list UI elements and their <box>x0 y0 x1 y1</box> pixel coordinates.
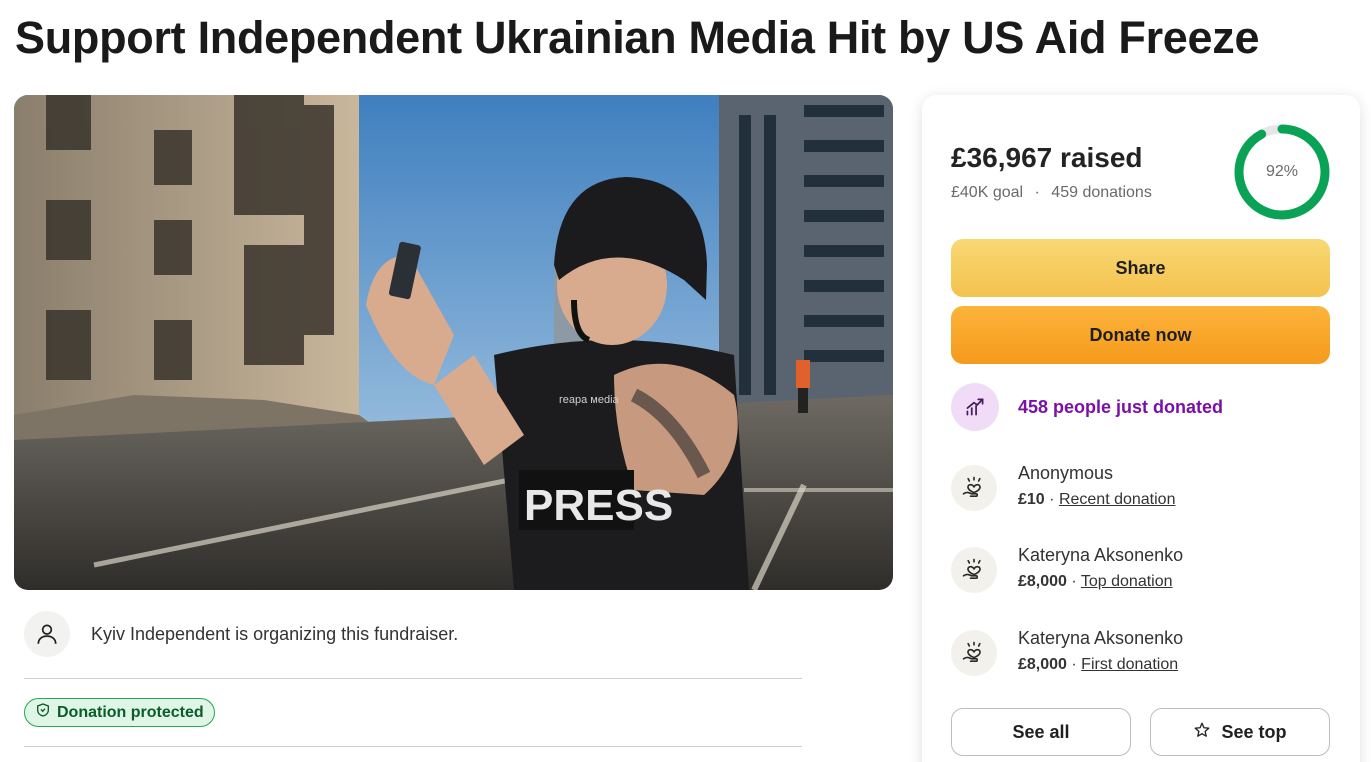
goal-amount: £40K goal <box>951 184 1024 201</box>
donor-name: Kateryna Aksonenko <box>1018 628 1184 648</box>
heart-hand-icon <box>951 630 997 676</box>
see-all-button[interactable]: See all <box>951 708 1131 756</box>
user-icon <box>24 611 70 657</box>
progress-percent: 92% <box>1265 163 1299 180</box>
heart-hand-icon <box>951 547 997 593</box>
share-button[interactable]: Share <box>951 239 1330 297</box>
donation-count: 459 donations <box>1051 184 1152 201</box>
donor-tag-link[interactable]: Top donation <box>1081 573 1173 590</box>
heart-hand-icon <box>951 465 997 511</box>
donor-amount: £8,000 <box>1018 573 1067 590</box>
recent-donations-text: 458 people just donated <box>1018 396 1224 417</box>
see-top-label: See top <box>1221 721 1287 742</box>
shield-icon <box>35 702 51 723</box>
donor-amount: £10 <box>1018 491 1045 508</box>
amount-raised: £36,967 raised <box>951 142 1143 173</box>
donor-tag-link[interactable]: Recent donation <box>1059 491 1176 508</box>
page-title: Support Independent Ukrainian Media Hit … <box>15 12 1260 63</box>
donor-name: Kateryna Aksonenko <box>1018 545 1184 565</box>
recent-activity: 458 people just donated <box>951 383 1223 431</box>
hero-image: PRESS геара меdia <box>14 95 893 590</box>
vest-brand-label: геара меdia <box>559 394 620 406</box>
donor-item: Kateryna Aksonenko £8,000 · Top donation <box>951 543 1183 594</box>
see-all-label: See all <box>1012 721 1070 742</box>
donation-protected-badge[interactable]: Donation protected <box>24 698 215 727</box>
divider <box>24 678 802 679</box>
see-top-button[interactable]: See top <box>1150 708 1330 756</box>
donor-tag-link[interactable]: First donation <box>1081 656 1178 673</box>
donor-name: Anonymous <box>1018 463 1114 483</box>
donor-separator: · <box>1071 656 1077 673</box>
vest-press-label: PRESS <box>524 481 673 530</box>
donation-card: £36,967 raised £40K goal · 459 donations… <box>922 95 1360 762</box>
organizer-row: Kyiv Independent is organizing this fund… <box>24 610 802 658</box>
donor-item: Anonymous £10 · Recent donation <box>951 461 1175 512</box>
divider <box>24 746 802 747</box>
trending-up-icon <box>951 383 999 431</box>
donor-separator: · <box>1071 573 1077 590</box>
goal-separator: · <box>1034 184 1040 201</box>
donor-item: Kateryna Aksonenko £8,000 · First donati… <box>951 626 1183 677</box>
donate-now-button[interactable]: Donate now <box>951 306 1330 364</box>
donation-protected-label: Donation protected <box>57 703 204 721</box>
donor-separator: · <box>1049 491 1055 508</box>
donor-amount: £8,000 <box>1018 656 1067 673</box>
star-icon <box>1193 721 1211 744</box>
organizer-text: Kyiv Independent is organizing this fund… <box>91 623 459 644</box>
goal-line: £40K goal · 459 donations <box>951 184 1152 202</box>
